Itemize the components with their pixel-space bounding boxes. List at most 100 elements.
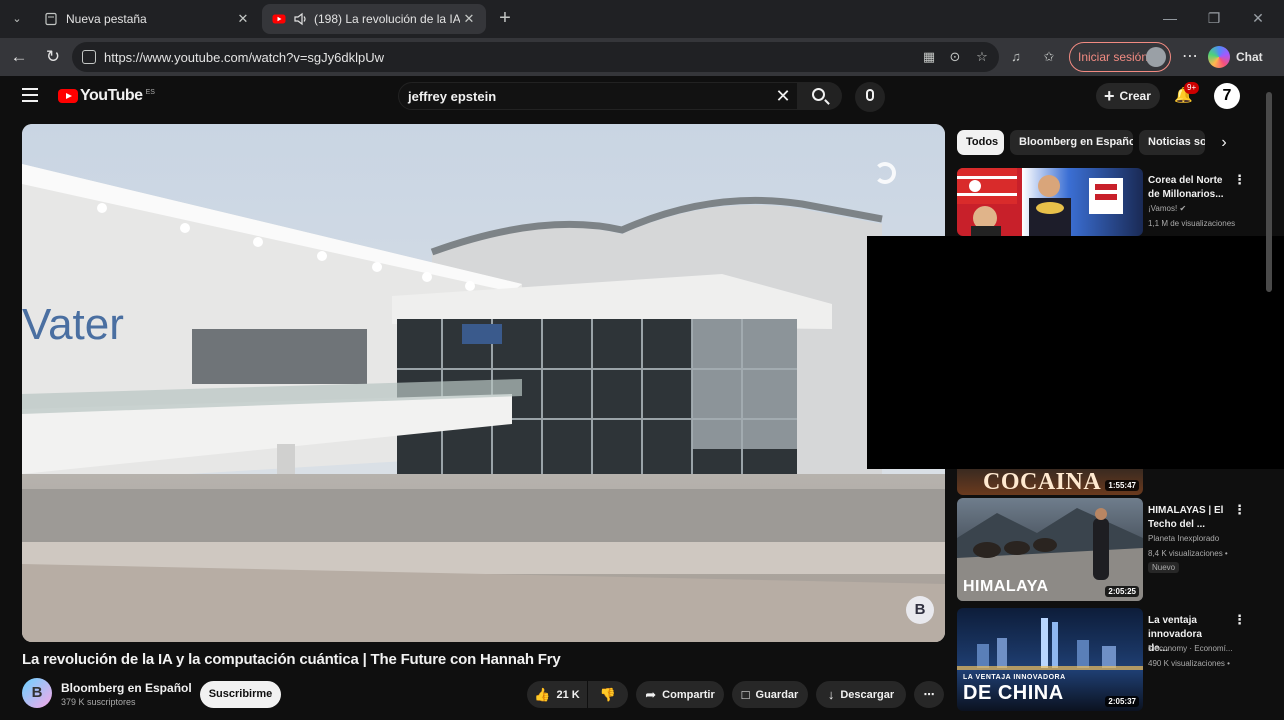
tab-close-icon[interactable]: ✕ <box>460 10 478 28</box>
video-thumbnail[interactable]: LA VENTAJA INNOVADORA DE CHINA 2:05:37 <box>957 608 1143 711</box>
recommendation-views: 8,4 K visualizaciones • <box>1148 549 1228 558</box>
video-duration: 2:05:25 <box>1105 586 1139 597</box>
channel-name[interactable]: Bloomberg en Español <box>61 681 192 695</box>
tab-title: (198) La revolución de la IA y la comput… <box>314 12 460 26</box>
chip-todos[interactable]: Todos <box>957 130 1004 155</box>
redaction-overlay <box>867 236 1284 469</box>
microphone-icon <box>866 89 874 101</box>
thumbnail-caption: DE CHINA <box>963 682 1064 704</box>
chip-bloomberg[interactable]: Bloomberg en Español <box>1010 130 1133 155</box>
save-button[interactable]: □ Guardar <box>732 681 808 708</box>
recommendation-item[interactable]: Corea del Norte de Millonarios... ¡Vamos… <box>957 168 1247 236</box>
video-thumbnail[interactable]: HIMALAYA 2:05:25 <box>957 498 1143 601</box>
channel-watermark[interactable]: B <box>906 596 934 624</box>
tab-nueva-pestana[interactable]: Nueva pestaña ✕ <box>34 4 260 34</box>
back-arrow-icon[interactable]: ← <box>8 46 30 68</box>
profile-avatar-icon <box>1146 47 1166 67</box>
dislike-button[interactable]: 👎 <box>588 681 628 708</box>
create-label: Crear <box>1119 89 1151 103</box>
recommendation-item[interactable]: COCAINA 1:55:47 <box>957 469 1247 495</box>
chevron-right-icon[interactable]: › <box>1214 133 1234 153</box>
favorites-icon[interactable]: ✩ <box>1040 48 1058 66</box>
recommendation-item[interactable]: LA VENTAJA INNOVADORA DE CHINA 2:05:37 L… <box>957 608 1247 711</box>
zoom-icon[interactable]: ⊙ <box>946 48 964 66</box>
tab-youtube-video[interactable]: (198) La revolución de la IA y la comput… <box>262 4 486 34</box>
recommendation-views: 490 K visualizaciones • <box>1148 659 1230 668</box>
notification-badge: 9+ <box>1184 82 1200 94</box>
voice-search-button[interactable] <box>855 82 885 112</box>
recommendation-channel[interactable]: Planeta Inexplorado <box>1148 534 1240 543</box>
bookmark-icon: □ <box>741 687 750 702</box>
menu-hamburger-icon[interactable] <box>22 88 38 102</box>
reload-icon[interactable]: ↻ <box>42 46 64 68</box>
youtube-play-icon <box>58 89 78 103</box>
recommendation-channel[interactable]: ¡Vamos! ✔ <box>1148 204 1240 213</box>
url-text: https://www.youtube.com/watch?v=sgJy6dkl… <box>104 49 384 65</box>
favorite-star-icon[interactable]: ☆ <box>973 48 991 66</box>
more-vertical-icon[interactable]: ⋮ <box>1233 613 1246 626</box>
speaker-icon[interactable] <box>294 12 308 26</box>
recommendation-channel[interactable]: Moconomy · Economí... <box>1148 644 1240 653</box>
signin-button[interactable]: Iniciar sesión <box>1069 42 1171 72</box>
app-available-icon[interactable]: ▦ <box>920 48 938 66</box>
video-thumbnail[interactable] <box>957 168 1143 236</box>
logo-text: YouTube <box>80 87 143 104</box>
browser-tab-bar: ⌄ Nueva pestaña ✕ (198) La revolución de… <box>0 0 1284 38</box>
subscribe-button[interactable]: Suscribirme <box>200 681 281 708</box>
video-duration: 1:55:47 <box>1105 480 1139 491</box>
close-window-icon[interactable]: ✕ <box>1246 8 1270 28</box>
site-info-icon[interactable] <box>82 50 96 64</box>
search-query: jeffrey epstein <box>408 88 497 104</box>
url-field[interactable]: https://www.youtube.com/watch?v=sgJy6dkl… <box>72 42 999 72</box>
thumbs-up-icon: 👍 <box>534 686 551 702</box>
share-label: Compartir <box>662 688 715 701</box>
scrollbar-thumb[interactable] <box>1266 92 1272 292</box>
account-avatar[interactable]: 7 <box>1214 83 1240 109</box>
new-badge: Nuevo <box>1148 562 1180 573</box>
video-frame-scene: Vater <box>22 124 945 642</box>
browser-menu-icon[interactable]: ⋯ <box>1180 46 1200 68</box>
download-label: Descargar <box>840 688 895 701</box>
chat-label: Chat <box>1236 50 1263 64</box>
recommendation-title[interactable]: HIMALAYAS | El Techo del ... <box>1148 504 1224 532</box>
save-label: Guardar <box>755 688 799 701</box>
copilot-icon <box>1208 46 1230 68</box>
search-input[interactable]: jeffrey epstein <box>398 82 798 110</box>
minimize-icon[interactable]: — <box>1158 8 1182 28</box>
restore-icon[interactable]: ❐ <box>1202 8 1226 28</box>
notifications-bell-icon[interactable]: 🔔 9+ <box>1174 82 1200 106</box>
tab-close-icon[interactable]: ✕ <box>234 10 252 28</box>
youtube-logo[interactable]: YouTube ES <box>58 87 155 105</box>
plus-icon: + <box>1104 86 1115 106</box>
tab-title: Nueva pestaña <box>66 12 147 26</box>
search-icon <box>812 88 825 101</box>
thumbnail-art <box>957 168 1123 236</box>
thumbs-down-icon: 👎 <box>599 686 617 702</box>
more-vertical-icon[interactable]: ⋮ <box>1233 173 1246 186</box>
tab-list-chevron-icon[interactable]: ⌄ <box>8 10 26 28</box>
new-tab-plus-icon[interactable]: + <box>494 8 516 30</box>
like-count: 21 K <box>556 688 580 701</box>
more-actions-button[interactable]: ⋯ <box>914 681 944 708</box>
chip-noticias[interactable]: Noticias sobre <box>1139 130 1205 155</box>
share-button[interactable]: ➦ Compartir <box>636 681 724 708</box>
like-button[interactable]: 👍 21 K <box>527 681 587 708</box>
channel-avatar[interactable]: B <box>22 678 52 708</box>
media-control-icon[interactable]: ♫ <box>1007 48 1025 66</box>
download-icon: ↓ <box>827 687 835 702</box>
video-player[interactable]: Vater B <box>22 124 945 642</box>
thumbnail-caption-top: LA VENTAJA INNOVADORA <box>963 674 1066 681</box>
recommendation-views: 1,1 M de visualizaciones <box>1148 219 1236 228</box>
more-vertical-icon[interactable]: ⋮ <box>1233 503 1246 516</box>
clear-search-icon[interactable]: ✕ <box>772 85 794 107</box>
verified-check-icon: ✔ <box>1179 204 1187 213</box>
building-sign: Vater <box>22 300 124 349</box>
video-thumbnail[interactable]: COCAINA 1:55:47 <box>957 469 1143 495</box>
download-button[interactable]: ↓ Descargar <box>816 681 906 708</box>
recommendation-item[interactable]: HIMALAYA 2:05:25 HIMALAYAS | El Techo de… <box>957 498 1247 602</box>
loading-spinner-icon <box>874 162 896 184</box>
recommendation-title[interactable]: Corea del Norte de Millonarios... <box>1148 174 1224 202</box>
copilot-chat-button[interactable]: Chat <box>1208 44 1278 70</box>
search-button[interactable] <box>798 82 842 110</box>
create-button[interactable]: + Crear <box>1096 83 1160 109</box>
